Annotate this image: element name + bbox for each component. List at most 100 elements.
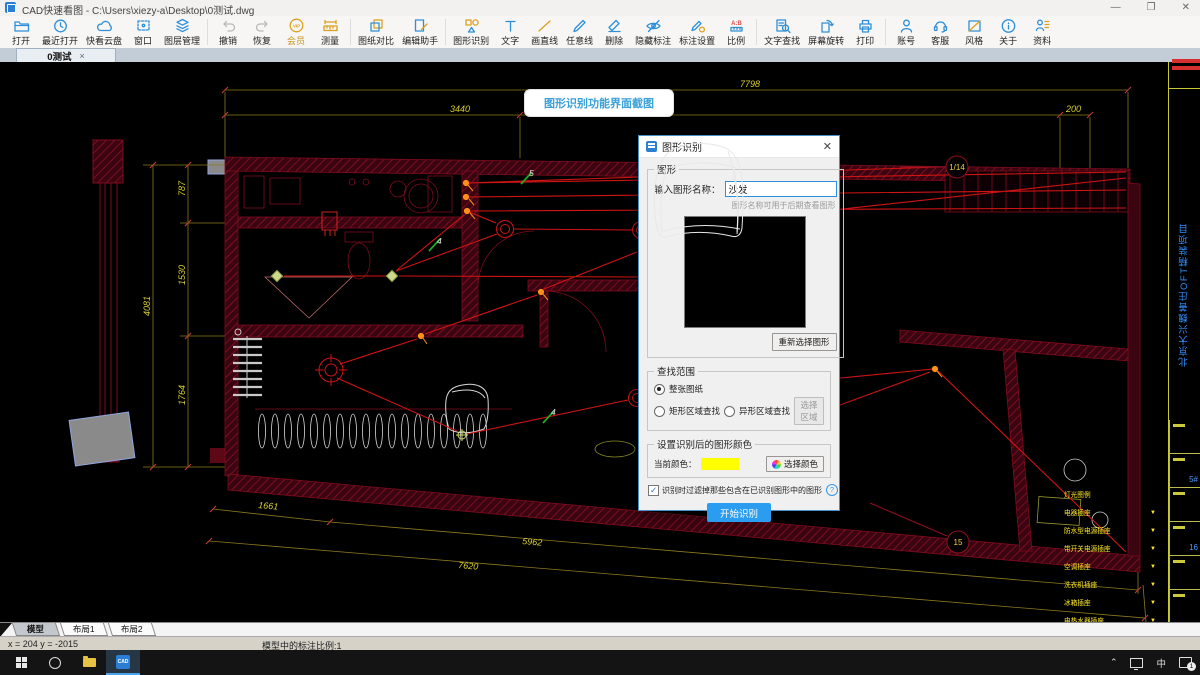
shape-recognition-dialog: 图形识别 ✕ 图形 输入图形名称： 图形名称可用于后期查看图形 bbox=[638, 135, 844, 522]
title-block-cell bbox=[1169, 556, 1200, 590]
toolbar-button-layers[interactable]: 图层管理 bbox=[160, 16, 204, 48]
search-button[interactable] bbox=[40, 650, 70, 675]
svg-text:1/14: 1/14 bbox=[949, 163, 965, 172]
toolbar-button-open[interactable]: 打开 bbox=[4, 16, 38, 48]
pick-color-button[interactable]: 选择颜色 bbox=[765, 456, 824, 472]
search-range-group: 查找范围 整张图纸 矩形区域查找 异形区域查找 选择区域 bbox=[647, 364, 831, 431]
legend-symbol-icon: ▼ bbox=[1150, 582, 1156, 588]
toolbar-label: 图层管理 bbox=[164, 36, 201, 46]
legend-row: 带开关电源插座 ▼ bbox=[1064, 546, 1156, 553]
toolbar-button-find-text[interactable]: 文字查找 bbox=[760, 16, 804, 48]
tab-close-icon[interactable]: × bbox=[80, 51, 85, 61]
document-tabs: 0测试 × bbox=[0, 48, 1200, 63]
tab-layout2[interactable]: 布局2 bbox=[107, 623, 157, 636]
maximize-icon[interactable]: ❐ bbox=[1147, 2, 1156, 14]
start-button[interactable] bbox=[6, 650, 36, 675]
cad-app-taskbar-button[interactable]: CAD bbox=[106, 650, 140, 675]
toolbar-button-vip[interactable]: VIP 会员 bbox=[279, 16, 313, 48]
toolbar-separator bbox=[445, 19, 447, 45]
tab-layout1[interactable]: 布局1 bbox=[59, 623, 109, 636]
radio-whole-drawing[interactable] bbox=[654, 383, 665, 395]
toolbar-button-print[interactable]: 打印 bbox=[848, 16, 882, 48]
toolbar-button-cloud[interactable]: 快看云盘 bbox=[82, 16, 126, 48]
toolbar-label: 屏幕旋转 bbox=[808, 36, 845, 46]
toolbar-button-edit-assistant[interactable]: 编辑助手 bbox=[398, 16, 442, 48]
document-tab-label: 0测试 bbox=[47, 51, 72, 63]
network-icon[interactable] bbox=[1130, 657, 1144, 670]
toolbar-button-shape-recognition[interactable]: 图形识别 bbox=[449, 16, 493, 48]
start-recognition-button[interactable]: 开始识别 bbox=[707, 503, 771, 522]
svg-text:1661: 1661 bbox=[258, 500, 279, 512]
select-area-button[interactable]: 选择区域 bbox=[794, 397, 824, 425]
svg-text:1530: 1530 bbox=[177, 265, 187, 285]
title-block-cell bbox=[1169, 488, 1200, 522]
search-circle-icon bbox=[49, 656, 61, 669]
cad-viewport[interactable]: 7798 3440 200 4081 787 1530 1764 1661 59… bbox=[0, 59, 1200, 625]
filter-checkbox[interactable]: ✓ bbox=[648, 484, 659, 496]
toolbar-label: 测量 bbox=[321, 36, 340, 46]
toolbar-label: 窗口 bbox=[134, 36, 153, 46]
toolbar-button-account[interactable]: 账号 bbox=[889, 16, 923, 48]
title-block-cell bbox=[1169, 590, 1200, 624]
toolbar-button-undo[interactable]: 撤销 bbox=[211, 16, 245, 48]
notification-icon[interactable]: 1 bbox=[1179, 657, 1196, 671]
toolbar-button-measure[interactable]: 测量 bbox=[313, 16, 347, 48]
svg-text:4: 4 bbox=[437, 236, 442, 246]
layout-tab-strip: 模型 布局1 布局2 bbox=[0, 622, 1200, 637]
svg-text:200: 200 bbox=[1065, 104, 1081, 114]
radio-irregular-label: 异形区域查找 bbox=[739, 406, 791, 416]
toolbar-button-support[interactable]: 客服 bbox=[923, 16, 957, 48]
radio-rect-area[interactable] bbox=[654, 405, 665, 417]
toolbar-button-delete[interactable]: 删除 bbox=[597, 16, 631, 48]
toolbar-button-hide-annotation[interactable]: 隐藏标注 bbox=[631, 16, 675, 48]
title-block-cell: 16 bbox=[1169, 522, 1200, 556]
tray-expand-icon[interactable]: ⌃ bbox=[1110, 657, 1118, 668]
svg-text:1764: 1764 bbox=[177, 385, 187, 405]
radio-whole-label: 整张图纸 bbox=[669, 384, 704, 394]
window-controls: — ❐ ✕ bbox=[1111, 2, 1190, 14]
toolbar-button-annotation-settings[interactable]: 标注设置 bbox=[675, 16, 719, 48]
layout-tab-wedge bbox=[0, 623, 12, 637]
minimize-icon[interactable]: — bbox=[1111, 2, 1121, 14]
toolbar-button-text[interactable]: 文字 bbox=[493, 16, 527, 48]
toolbar-button-style[interactable]: 风格 bbox=[957, 16, 991, 48]
toolbar-button-recent[interactable]: 最近打开 bbox=[38, 16, 82, 48]
svg-text:15: 15 bbox=[954, 538, 963, 547]
svg-text:4081: 4081 bbox=[142, 296, 152, 316]
folder-icon bbox=[82, 656, 96, 667]
titlebar[interactable]: CAD快速看图 - C:\Users\xiezy-a\Desktop\0测试.d… bbox=[0, 0, 1200, 17]
toolbar-label: 关于 bbox=[999, 36, 1018, 46]
filter-checkbox-label: 识别时过滤掉那些包含在已识别图形中的图形 bbox=[662, 485, 822, 495]
toolbar-label: 隐藏标注 bbox=[635, 36, 672, 46]
toolbar-button-redo[interactable]: 恢复 bbox=[245, 16, 279, 48]
toolbar-button-materials[interactable]: 资料 bbox=[1025, 16, 1059, 48]
toolbar-label: 恢复 bbox=[253, 36, 272, 46]
toolbar-label: 账号 bbox=[897, 36, 916, 46]
toolbar-button-freehand[interactable]: 任意线 bbox=[562, 16, 597, 48]
reselect-shape-button[interactable]: 重新选择图形 bbox=[771, 333, 837, 351]
toolbar-label: 画直线 bbox=[531, 36, 559, 46]
document-tab-active[interactable]: 0测试 × bbox=[16, 48, 116, 63]
toolbar-button-rotate-screen[interactable]: 屏幕旋转 bbox=[804, 16, 848, 48]
file-explorer-button[interactable] bbox=[74, 650, 104, 675]
svg-text:7798: 7798 bbox=[740, 79, 760, 89]
toolbar-button-about[interactable]: 关于 bbox=[991, 16, 1025, 48]
svg-text:A:B: A:B bbox=[731, 21, 742, 27]
ime-indicator[interactable]: 中 bbox=[1156, 656, 1166, 670]
toolbar-button-scale[interactable]: A:B 比例 bbox=[719, 16, 753, 48]
toolbar-button-compare[interactable]: 图纸对比 bbox=[354, 16, 398, 48]
tab-model[interactable]: 模型 bbox=[11, 623, 61, 636]
svg-text:5962: 5962 bbox=[522, 536, 543, 548]
dialog-close-icon[interactable]: ✕ bbox=[823, 140, 832, 153]
radio-irregular-area[interactable] bbox=[724, 405, 736, 417]
toolbar-button-draw-line[interactable]: 画直线 bbox=[527, 16, 562, 48]
close-icon[interactable]: ✕ bbox=[1182, 2, 1190, 14]
legend-row: 洗衣机插座 ▼ bbox=[1064, 582, 1156, 589]
cursor-coordinates: x = 204 y = -2015 bbox=[8, 639, 79, 649]
radio-rect-label: 矩形区域查找 bbox=[669, 406, 721, 416]
legend-symbol-icon: ▼ bbox=[1150, 510, 1156, 516]
help-icon[interactable]: ? bbox=[826, 484, 838, 496]
legend-row: 空调插座 ▼ bbox=[1064, 564, 1156, 571]
title-block-cell bbox=[1169, 420, 1200, 454]
toolbar-button-window[interactable]: 窗口 bbox=[126, 16, 160, 48]
